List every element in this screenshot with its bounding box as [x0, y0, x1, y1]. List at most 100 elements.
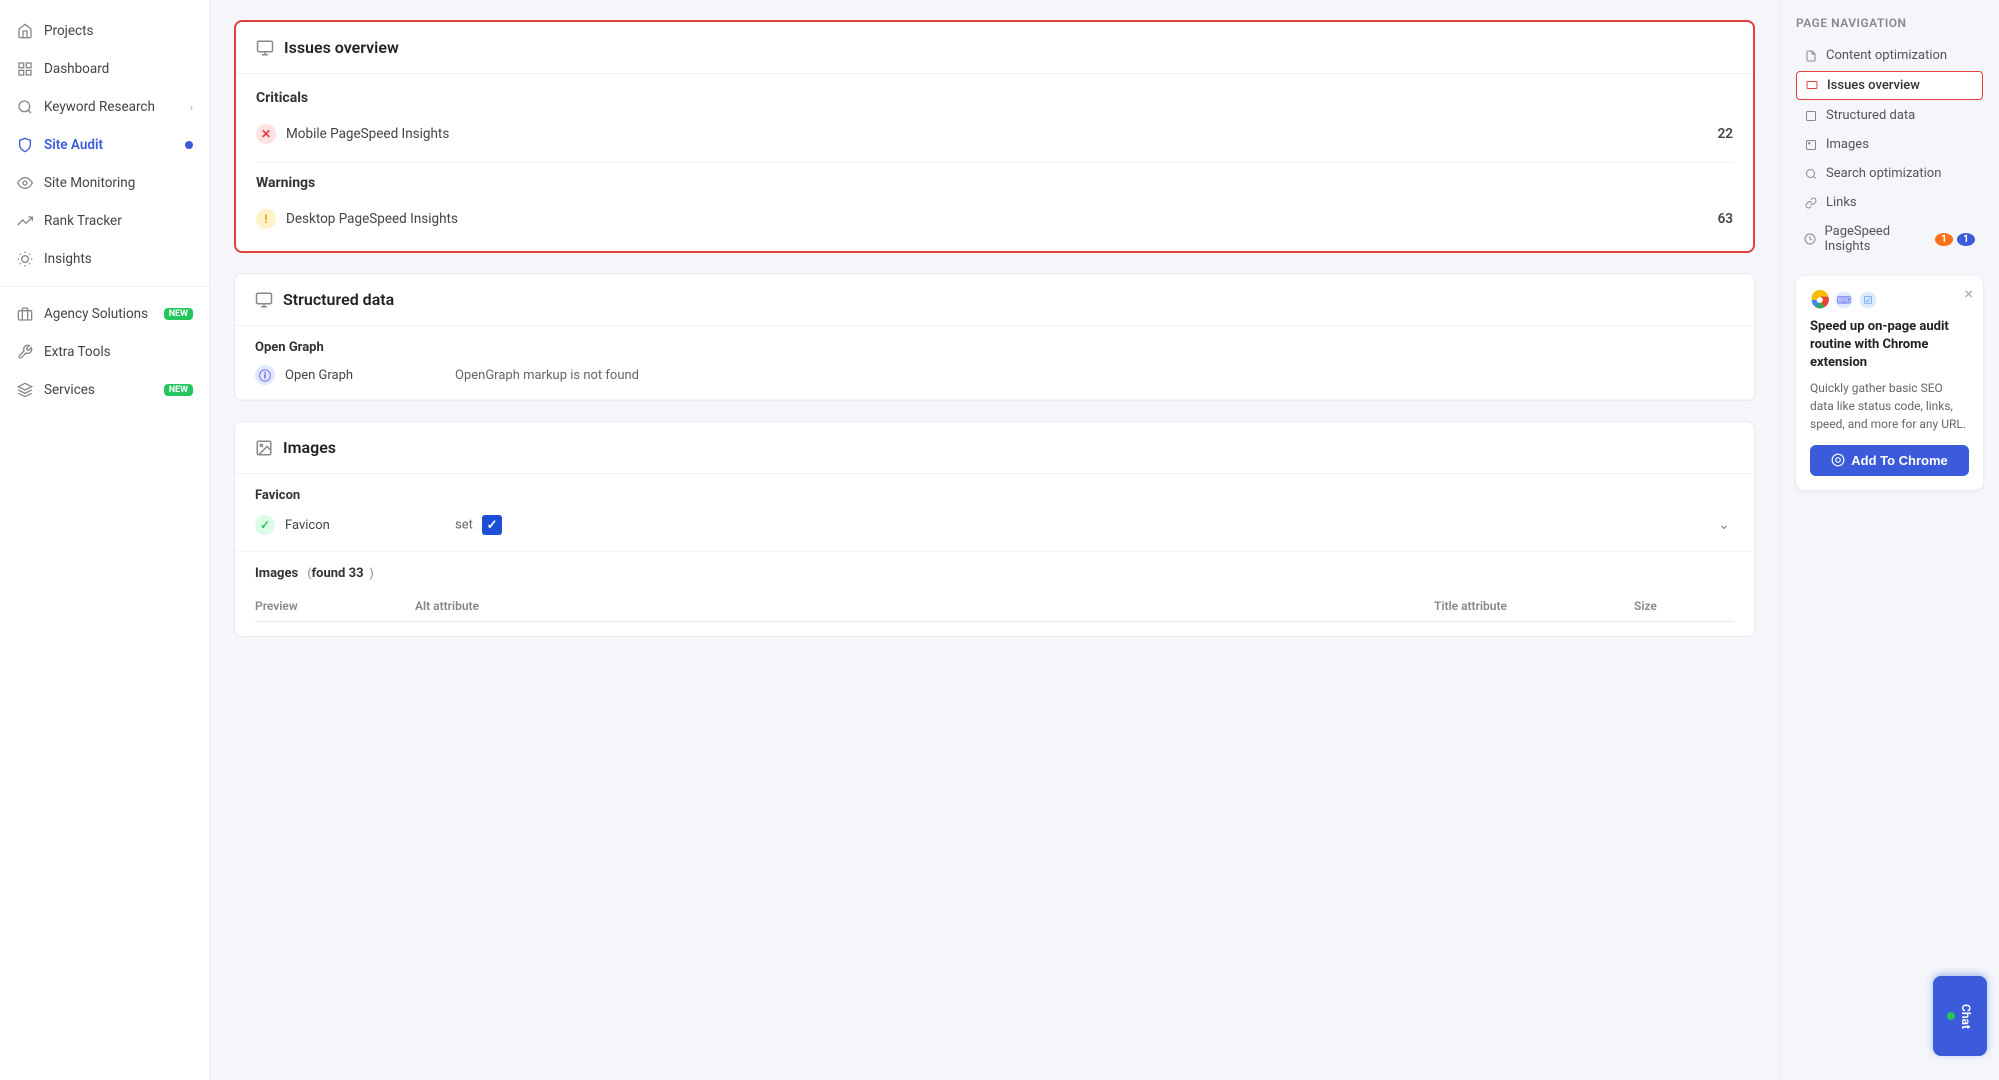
sidebar-item-insights[interactable]: Insights	[0, 240, 209, 278]
chat-label: Chat	[1959, 1003, 1973, 1028]
images-section-icon	[255, 439, 273, 457]
pagespeed-badge-orange: 1	[1935, 233, 1953, 246]
svg-text:☑: ☑	[1864, 295, 1873, 306]
sidebar-label-dashboard: Dashboard	[44, 61, 193, 77]
sidebar-item-rank-tracker[interactable]: Rank Tracker	[0, 202, 209, 240]
favicon-sub-title: Favicon	[255, 488, 1734, 503]
col-title: Title attribute	[1434, 599, 1634, 613]
sidebar-label-services: Services	[44, 382, 154, 398]
sidebar-item-projects[interactable]: Projects	[0, 12, 209, 50]
warn-status-icon: !	[256, 209, 276, 229]
cursor-icon: ⌨	[1834, 290, 1854, 310]
images-table-section: Images (found 33) Preview Alt attribute …	[235, 552, 1754, 636]
content-opt-icon	[1804, 49, 1818, 63]
open-graph-sub-title: Open Graph	[255, 340, 1734, 355]
criticals-title: Criticals	[256, 90, 1733, 106]
search-opt-icon	[1804, 167, 1818, 181]
warning-issue-row[interactable]: ! Desktop PageSpeed Insights 63	[256, 203, 1733, 235]
main-content: Issues overview Criticals ✕ Mobile PageS…	[210, 0, 1779, 1080]
critical-issue-row[interactable]: ✕ Mobile PageSpeed Insights 22	[256, 118, 1733, 150]
sidebar-item-agency-solutions[interactable]: Agency Solutions NEW	[0, 295, 209, 333]
issues-overview-header: Issues overview	[236, 22, 1753, 74]
nav-item-content-optimization[interactable]: Content optimization	[1796, 42, 1983, 69]
sidebar-item-site-audit[interactable]: Site Audit	[0, 126, 209, 164]
nav-item-images[interactable]: Images	[1796, 131, 1983, 158]
favicon-subsection: Favicon ✓ Favicon set ✓ ⌄	[235, 474, 1754, 552]
images-section-title: Images	[283, 438, 336, 457]
bookmark-icon: ☑	[1858, 290, 1878, 310]
favicon-check-icon: ✓	[482, 515, 502, 535]
chevron-right-icon: ›	[190, 101, 193, 114]
agency-new-badge: NEW	[164, 308, 193, 320]
nav-label-pagespeed-insights: PageSpeed Insights	[1825, 224, 1928, 254]
svg-text:⌨: ⌨	[1837, 295, 1851, 306]
trending-up-icon	[16, 212, 34, 230]
images-nav-icon	[1804, 138, 1818, 152]
promo-title: Speed up on-page audit routine with Chro…	[1810, 318, 1969, 373]
issues-overview-title: Issues overview	[284, 38, 399, 57]
images-card: Images Favicon ✓ Favicon set ✓ ⌄	[234, 421, 1755, 637]
nav-item-pagespeed-insights[interactable]: PageSpeed Insights 1 1	[1796, 218, 1983, 260]
sidebar-item-services[interactable]: Services NEW	[0, 371, 209, 409]
sidebar: Projects Dashboard Keyword Research › Si…	[0, 0, 210, 1080]
nav-label-search-optimization: Search optimization	[1826, 166, 1941, 181]
structured-data-icon	[255, 291, 273, 309]
services-new-badge: NEW	[164, 384, 193, 396]
col-alt: Alt attribute	[415, 599, 1434, 613]
mobile-pagespeed-count: 22	[1718, 126, 1733, 142]
error-status-icon: ✕	[256, 124, 276, 144]
pagespeed-nav-icon	[1804, 232, 1817, 246]
favicon-row[interactable]: ✓ Favicon set ✓ ⌄	[255, 513, 1734, 537]
site-audit-badge	[185, 141, 193, 149]
sidebar-label-keyword-research: Keyword Research	[44, 99, 180, 115]
open-graph-row[interactable]: ⓘ Open Graph OpenGraph markup is not fou…	[255, 365, 1734, 385]
home-icon	[16, 22, 34, 40]
issues-section-icon	[256, 39, 274, 57]
nav-item-issues-overview[interactable]: Issues overview	[1796, 71, 1983, 100]
issues-content: Criticals ✕ Mobile PageSpeed Insights 22…	[236, 74, 1753, 251]
structured-data-header: Structured data	[235, 274, 1754, 326]
sidebar-label-site-monitoring: Site Monitoring	[44, 175, 193, 191]
sidebar-item-dashboard[interactable]: Dashboard	[0, 50, 209, 88]
nav-item-links[interactable]: Links	[1796, 189, 1983, 216]
sidebar-item-keyword-research[interactable]: Keyword Research ›	[0, 88, 209, 126]
sidebar-label-agency-solutions: Agency Solutions	[44, 306, 154, 322]
open-graph-value: OpenGraph markup is not found	[455, 368, 1734, 383]
nav-label-issues-overview: Issues overview	[1827, 78, 1920, 93]
search-icon	[16, 98, 34, 116]
sidebar-label-site-audit: Site Audit	[44, 137, 175, 153]
nav-label-links: Links	[1826, 195, 1857, 210]
chrome-logo-icon	[1810, 290, 1830, 310]
issues-divider	[256, 162, 1733, 163]
shield-icon	[16, 136, 34, 154]
add-to-chrome-button[interactable]: Add To Chrome	[1810, 445, 1969, 476]
mobile-pagespeed-label: Mobile PageSpeed Insights	[286, 126, 1708, 142]
images-header: Images	[235, 422, 1754, 474]
info-status-icon: ⓘ	[255, 365, 275, 385]
chrome-btn-icon	[1831, 453, 1845, 467]
col-preview: Preview	[255, 599, 415, 613]
sidebar-item-site-monitoring[interactable]: Site Monitoring	[0, 164, 209, 202]
images-found-count: found 33	[312, 566, 364, 581]
sidebar-label-insights: Insights	[44, 251, 193, 267]
nav-label-content-optimization: Content optimization	[1826, 48, 1947, 63]
sidebar-label-extra-tools: Extra Tools	[44, 344, 193, 360]
sidebar-divider	[0, 286, 209, 287]
warnings-title: Warnings	[256, 175, 1733, 191]
page-nav-title: Page navigation	[1796, 16, 1983, 30]
layers-icon	[16, 381, 34, 399]
pagespeed-badge-blue: 1	[1957, 233, 1975, 246]
sidebar-item-extra-tools[interactable]: Extra Tools	[0, 333, 209, 371]
nav-item-structured-data[interactable]: Structured data	[1796, 102, 1983, 129]
issues-nav-icon	[1805, 79, 1819, 93]
nav-label-images: Images	[1826, 137, 1869, 152]
promo-close-button[interactable]: ×	[1964, 284, 1973, 303]
issues-overview-card: Issues overview Criticals ✕ Mobile PageS…	[234, 20, 1755, 253]
chat-button[interactable]: Chat	[1933, 976, 1987, 1056]
favicon-expand-button[interactable]: ⌄	[1714, 513, 1734, 537]
open-graph-subsection: Open Graph ⓘ Open Graph OpenGraph markup…	[235, 326, 1754, 400]
nav-item-search-optimization[interactable]: Search optimization	[1796, 160, 1983, 187]
grid-icon	[16, 60, 34, 78]
structured-data-card: Structured data Open Graph ⓘ Open Graph …	[234, 273, 1755, 401]
desktop-pagespeed-count: 63	[1718, 211, 1733, 227]
